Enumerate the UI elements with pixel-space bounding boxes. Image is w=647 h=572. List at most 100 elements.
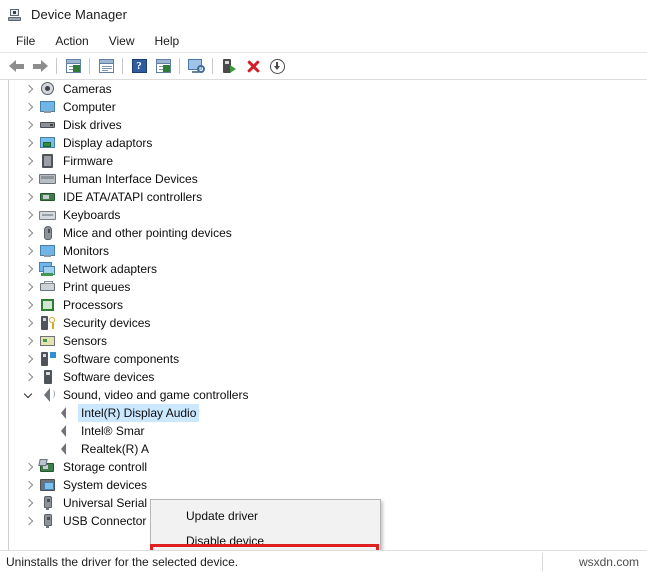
tree-item-intel-smart-sound[interactable]: Intel® Smar	[9, 422, 647, 440]
watermark: wsxdn.com	[578, 554, 639, 569]
tree-item-cameras[interactable]: Cameras	[9, 80, 647, 98]
tree-item-software-components[interactable]: Software components	[9, 350, 647, 368]
keyboard-icon	[39, 207, 56, 223]
update-driver-button[interactable]	[151, 55, 175, 77]
context-menu-item-disable-device[interactable]: Disable device	[151, 528, 380, 550]
chevron-right-icon[interactable]	[22, 352, 36, 366]
chevron-right-icon[interactable]	[22, 118, 36, 132]
tree-item-computer[interactable]: Computer	[9, 98, 647, 116]
tree-item-label: Processors	[63, 298, 124, 312]
tree-item-intel-display-audio[interactable]: Intel(R) Display Audio	[9, 404, 647, 422]
tree-item-label: Intel(R) Display Audio	[77, 404, 200, 422]
tree-item-label: Storage controll	[63, 460, 148, 474]
tree-item-print-queues[interactable]: Print queues	[9, 278, 647, 296]
tree-item-realtek-audio[interactable]: Realtek(R) A	[9, 440, 647, 458]
chevron-right-icon[interactable]	[22, 280, 36, 294]
chevron-right-icon[interactable]	[22, 172, 36, 186]
tree-item-label: Realtek(R) A	[81, 442, 150, 456]
network-adapter-icon	[39, 261, 56, 277]
tree-item-label: Sound, video and game controllers	[63, 388, 249, 402]
tree-item-ide-ata-atapi-controllers[interactable]: IDE ATA/ATAPI controllers	[9, 188, 647, 206]
tree-item-mice-and-other-pointing-devices[interactable]: Mice and other pointing devices	[9, 224, 647, 242]
camera-icon	[39, 81, 56, 97]
chevron-right-icon[interactable]	[22, 244, 36, 258]
menu-bar: File Action View Help	[0, 29, 647, 53]
tree-item-software-devices[interactable]: Software devices	[9, 368, 647, 386]
tree-item-label: System devices	[63, 478, 148, 492]
context-menu-item-update-driver[interactable]: Update driver	[151, 503, 380, 528]
software-device-icon	[39, 369, 56, 385]
menu-help[interactable]: Help	[147, 32, 188, 50]
tree-item-processors[interactable]: Processors	[9, 296, 647, 314]
tree-item-label: Intel® Smar	[81, 424, 145, 438]
tree-item-label: Human Interface Devices	[63, 172, 198, 186]
device-manager-window: Device Manager File Action View Help ? C…	[0, 0, 647, 572]
disk-drive-icon	[39, 117, 56, 133]
forward-arrow-icon	[32, 59, 48, 73]
tree-item-monitors[interactable]: Monitors	[9, 242, 647, 260]
tree-item-storage-controllers[interactable]: Storage controll	[9, 458, 647, 476]
tree-item-firmware[interactable]: Firmware	[9, 152, 647, 170]
scan-for-hardware-changes-icon	[187, 59, 205, 73]
device-tree[interactable]: Cameras Computer Disk drives Display ada…	[8, 80, 647, 550]
chevron-right-icon[interactable]	[22, 208, 36, 222]
chevron-right-icon[interactable]	[22, 334, 36, 348]
show-hide-console-tree-button[interactable]	[61, 55, 85, 77]
disable-device-button[interactable]	[265, 55, 289, 77]
tree-item-display-adaptors[interactable]: Display adaptors	[9, 134, 647, 152]
chevron-right-icon[interactable]	[22, 100, 36, 114]
chevron-down-icon[interactable]	[22, 388, 36, 402]
tree-item-human-interface-devices[interactable]: Human Interface Devices	[9, 170, 647, 188]
toolbar: ?	[0, 53, 647, 80]
chevron-right-icon[interactable]	[22, 316, 36, 330]
title-bar: Device Manager	[0, 0, 647, 29]
update-device-driver-button[interactable]	[217, 55, 241, 77]
tree-item-keyboards[interactable]: Keyboards	[9, 206, 647, 224]
content-area: Cameras Computer Disk drives Display ada…	[0, 80, 647, 550]
tree-item-network-adapters[interactable]: Network adapters	[9, 260, 647, 278]
chevron-right-icon[interactable]	[22, 370, 36, 384]
menu-file[interactable]: File	[8, 32, 43, 50]
tree-item-sound-video-and-game-controllers[interactable]: Sound, video and game controllers	[9, 386, 647, 404]
tree-item-label: Security devices	[63, 316, 151, 330]
chevron-right-icon[interactable]	[22, 460, 36, 474]
sound-controller-icon	[39, 387, 56, 403]
chevron-right-icon[interactable]	[22, 154, 36, 168]
tree-item-system-devices[interactable]: System devices	[9, 476, 647, 494]
properties-icon	[98, 59, 114, 73]
sensor-icon	[39, 333, 56, 349]
tree-item-sensors[interactable]: Sensors	[9, 332, 647, 350]
chevron-right-icon[interactable]	[22, 298, 36, 312]
tree-item-disk-drives[interactable]: Disk drives	[9, 116, 647, 134]
forward-button[interactable]	[28, 55, 52, 77]
computer-icon	[39, 99, 56, 115]
tree-item-label: Keyboards	[63, 208, 121, 222]
tree-item-security-devices[interactable]: Security devices	[9, 314, 647, 332]
chevron-right-icon[interactable]	[22, 514, 36, 528]
tree-item-label: Cameras	[63, 82, 112, 96]
chevron-right-icon[interactable]	[22, 136, 36, 150]
help-button[interactable]: ?	[127, 55, 151, 77]
properties-button[interactable]	[94, 55, 118, 77]
chevron-right-icon[interactable]	[22, 496, 36, 510]
back-button[interactable]	[4, 55, 28, 77]
scan-for-hardware-changes-button[interactable]	[184, 55, 208, 77]
monitor-icon	[39, 243, 56, 259]
tree-item-label: Sensors	[63, 334, 108, 348]
chevron-right-icon[interactable]	[22, 262, 36, 276]
sound-device-icon	[57, 405, 74, 421]
usb-icon	[39, 513, 56, 529]
chevron-right-icon[interactable]	[22, 190, 36, 204]
mouse-icon	[39, 225, 56, 241]
tree-item-label: Monitors	[63, 244, 110, 258]
storage-controller-icon	[38, 459, 56, 475]
context-menu[interactable]: Update driver Disable device Uninstall d…	[150, 499, 381, 550]
chevron-right-icon[interactable]	[22, 82, 36, 96]
tree-item-label: Software components	[63, 352, 180, 366]
chevron-right-icon[interactable]	[22, 226, 36, 240]
disable-device-icon	[269, 58, 285, 74]
chevron-right-icon[interactable]	[22, 478, 36, 492]
menu-action[interactable]: Action	[47, 32, 96, 50]
uninstall-device-button[interactable]	[241, 55, 265, 77]
menu-view[interactable]: View	[101, 32, 143, 50]
